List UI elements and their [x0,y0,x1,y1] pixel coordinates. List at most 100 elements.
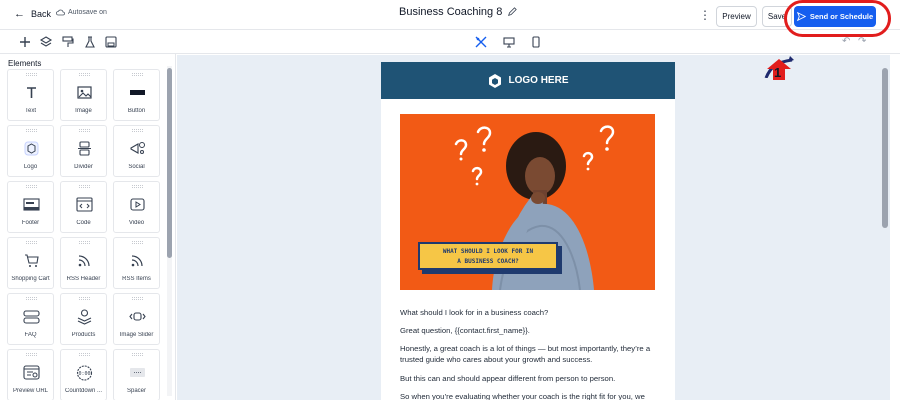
element-label: Shopping Cart [11,276,50,282]
element-tile-faq[interactable]: FAQ [7,293,54,345]
element-tile-divider[interactable]: Divider [60,125,107,177]
top-bar: ← Back Autosave on Business Coaching 8 ⋮… [0,0,900,30]
drag-handle-icon[interactable] [132,353,143,356]
drag-handle-icon[interactable] [132,185,143,188]
drag-handle-icon[interactable] [79,129,90,132]
drag-handle-icon[interactable] [132,241,143,244]
canvas-scrollbar[interactable] [882,62,888,400]
button-icon [130,90,145,95]
step-number-badge: 1 [764,58,794,80]
logo-text: LOGO HERE [508,75,569,86]
element-label: Products [71,332,96,338]
hero-banner: WHAT SHOULD I LOOK FOR IN A BUSINESS COA… [418,242,558,270]
banner-line-2: A BUSINESS COACH? [457,258,519,265]
email-paragraph[interactable]: What should I look for in a business coa… [400,307,660,318]
canvas-scrollbar-thumb[interactable] [882,68,888,228]
back-button[interactable]: ← Back [14,8,51,20]
element-label: Countdown ... [64,388,103,394]
element-tile-image[interactable]: Image [60,69,107,121]
panel-scrollbar[interactable] [167,66,172,396]
divider-icon [78,141,91,156]
page-title[interactable]: Business Coaching 8 [399,6,518,18]
rss-icon [131,255,143,267]
arrow-left-icon: ← [14,8,25,20]
element-tile-spacer[interactable]: Spacer [113,349,160,400]
step-number: 1 [774,65,782,80]
drag-handle-icon[interactable] [132,129,143,132]
element-tile-shopping-cart[interactable]: Shopping Cart [7,237,54,289]
element-tile-rss-items[interactable]: RSS Items [113,237,160,289]
cloud-icon [56,9,65,16]
logo-icon [24,141,39,156]
send-or-schedule-button[interactable]: Send or Schedule [794,6,876,27]
element-tile-rss-header[interactable]: RSS Header [60,237,107,289]
mobile-icon[interactable] [529,35,543,49]
element-label: RSS Header [66,276,101,282]
email-paragraph[interactable]: Honestly, a great coach is a lot of thin… [400,343,658,365]
element-tile-button[interactable]: Button [113,69,160,121]
desktop-mobile-icon[interactable] [474,35,488,49]
drag-handle-icon[interactable] [26,185,37,188]
desktop-icon[interactable] [502,35,516,49]
element-label: Video [128,220,145,226]
paint-roller-icon[interactable] [61,35,75,49]
panel-scrollbar-thumb[interactable] [167,68,172,258]
element-label: Image Slider [119,332,154,338]
element-tile-text[interactable]: Text [7,69,54,121]
undo-icon[interactable]: ↶ [842,36,850,47]
element-tile-video[interactable]: Video [113,181,160,233]
email-paragraph[interactable]: So when you’re evaluating whether your c… [400,391,675,400]
save-button[interactable]: Save [762,6,792,27]
element-label: Logo [23,164,38,170]
add-icon[interactable] [18,35,32,49]
banner-line-1: WHAT SHOULD I LOOK FOR IN [442,248,534,255]
preview-button[interactable]: Preview [716,6,757,27]
send-icon [796,12,806,21]
drag-handle-icon[interactable] [132,297,143,300]
element-tile-logo[interactable]: Logo [7,125,54,177]
drag-handle-icon[interactable] [26,241,37,244]
element-label: Image [75,108,92,114]
drag-handle-icon[interactable] [79,241,90,244]
element-tile-preview-url[interactable]: Preview URL [7,349,54,400]
email-paragraph[interactable]: Great question, {{contact.first_name}}. [400,325,660,336]
faq-icon [23,310,40,324]
email-preview: LOGO HERE WHAT SHOULD I LOOK FOR IN A BU… [381,62,675,400]
element-tile-products[interactable]: Products [60,293,107,345]
element-tile-footer[interactable]: Footer [7,181,54,233]
redo-icon[interactable]: ↷ [858,36,866,47]
pencil-icon[interactable] [507,7,518,17]
hero-image[interactable]: WHAT SHOULD I LOOK FOR IN A BUSINESS COA… [400,114,655,290]
drag-handle-icon[interactable] [79,353,90,356]
element-label: Spacer [126,388,146,394]
spacer-icon [130,368,145,377]
hexagon-logo-icon [489,73,502,88]
drag-handle-icon[interactable] [79,73,90,76]
drag-handle-icon[interactable] [26,353,37,356]
more-options-icon[interactable]: ⋮ [699,8,711,22]
drag-handle-icon[interactable] [79,185,90,188]
element-label: Social [128,164,145,170]
element-label: Footer [21,220,40,226]
flask-icon[interactable] [83,35,97,49]
editor-toolbar: ↶ ↷ [0,30,900,54]
video-icon [130,198,145,211]
save-floppy-icon[interactable] [104,35,118,49]
element-tile-countdown[interactable]: 0:00 Countdown ... [60,349,107,400]
drag-handle-icon[interactable] [26,297,37,300]
element-label: Preview URL [12,388,48,394]
elements-heading: Elements [8,59,42,68]
element-tile-code[interactable]: Code [60,181,107,233]
email-paragraph[interactable]: But this can and should appear different… [400,373,660,384]
element-tile-image-slider[interactable]: Image Slider [113,293,160,345]
layers-icon[interactable] [39,35,53,49]
drag-handle-icon[interactable] [26,73,37,76]
svg-text:0:00: 0:00 [78,371,90,377]
drag-handle-icon[interactable] [79,297,90,300]
email-logo-header[interactable]: LOGO HERE [381,62,675,99]
image-icon [77,86,92,99]
drag-handle-icon[interactable] [132,73,143,76]
code-icon [76,197,93,212]
drag-handle-icon[interactable] [26,129,37,132]
element-tile-social[interactable]: Social [113,125,160,177]
